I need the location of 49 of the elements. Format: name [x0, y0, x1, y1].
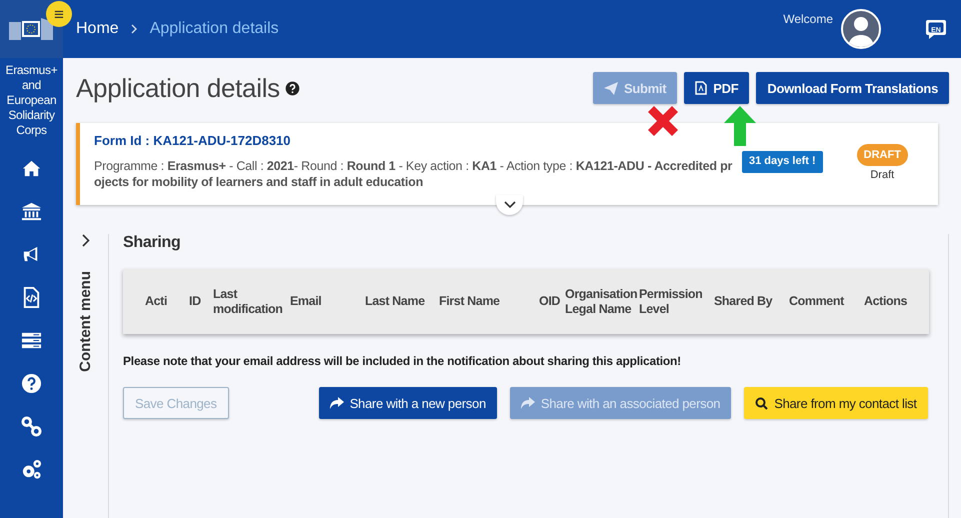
user-avatar[interactable] — [841, 9, 881, 49]
link-icon[interactable] — [21, 416, 42, 437]
column-header[interactable]: Last Name — [365, 294, 439, 309]
page-title: Application details — [76, 72, 280, 104]
gears-icon[interactable] — [21, 459, 42, 480]
home-icon[interactable] — [21, 158, 42, 179]
share-arrow-icon — [330, 397, 344, 409]
column-header[interactable]: Actions — [864, 294, 929, 309]
form-description: Programme : Erasmus+ - Call : 2021- Round : Round 1- Key action : KA1 - Action type : KA121-ADU - Accredited projects for mobility of learners and staff in adult education — [94, 158, 734, 190]
column-header[interactable]: First Name — [439, 294, 539, 309]
chevron-right-icon[interactable] — [82, 234, 90, 247]
column-header[interactable]: Permission Level — [639, 286, 714, 316]
pdf-file-icon — [695, 81, 708, 95]
language-button[interactable]: EN — [925, 18, 947, 40]
column-header[interactable]: ID — [189, 294, 213, 309]
column-header[interactable]: OID — [539, 294, 565, 309]
deadline-badge: 31 days left ! — [742, 151, 823, 173]
paper-plane-icon — [604, 82, 618, 94]
program-name: Erasmus+ and European Solidarity Corps — [4, 62, 58, 138]
section-title: Sharing — [123, 234, 182, 252]
breadcrumb-link[interactable]: Home — [76, 20, 119, 38]
help-icon[interactable] — [21, 373, 42, 394]
search-icon — [755, 396, 768, 410]
form-id: Form Id : KA121-ADU-172D8310 — [94, 133, 292, 148]
pdf-button[interactable]: PDF — [684, 72, 750, 104]
expand-button[interactable] — [496, 195, 523, 215]
bank-icon[interactable] — [21, 201, 42, 222]
column-header[interactable]: Organisation Legal Name — [565, 286, 639, 316]
help-icon[interactable] — [284, 80, 300, 96]
list-icon[interactable] — [21, 330, 42, 351]
content-menu-label[interactable]: Content menu — [77, 271, 94, 372]
share-arrow-icon — [520, 397, 535, 409]
code-file-icon[interactable] — [21, 287, 42, 308]
welcome-text: Welcome — [783, 12, 833, 26]
flag-logo-icon — [8, 16, 54, 42]
status-label: Draft — [870, 169, 894, 181]
arrow-up-icon — [724, 106, 756, 146]
column-header[interactable]: Shared By — [714, 294, 789, 309]
chevron-down-icon — [504, 201, 516, 209]
notice-text: Please note that your email address will be included in the notification about sharing this application! — [123, 354, 682, 368]
status-badge: DRAFT — [856, 144, 908, 166]
action-button[interactable]: Share with a new person — [318, 387, 497, 419]
column-header[interactable]: Last modification — [213, 286, 290, 316]
column-header[interactable]: Email — [290, 294, 365, 309]
action-button[interactable]: Share from my contact list — [744, 387, 928, 419]
column-header[interactable]: Acti — [145, 294, 189, 309]
column-header[interactable]: Comment — [789, 294, 864, 309]
action-button[interactable]: Download Form Translations — [756, 72, 949, 104]
breadcrumb-link[interactable]: Application details — [150, 20, 279, 38]
